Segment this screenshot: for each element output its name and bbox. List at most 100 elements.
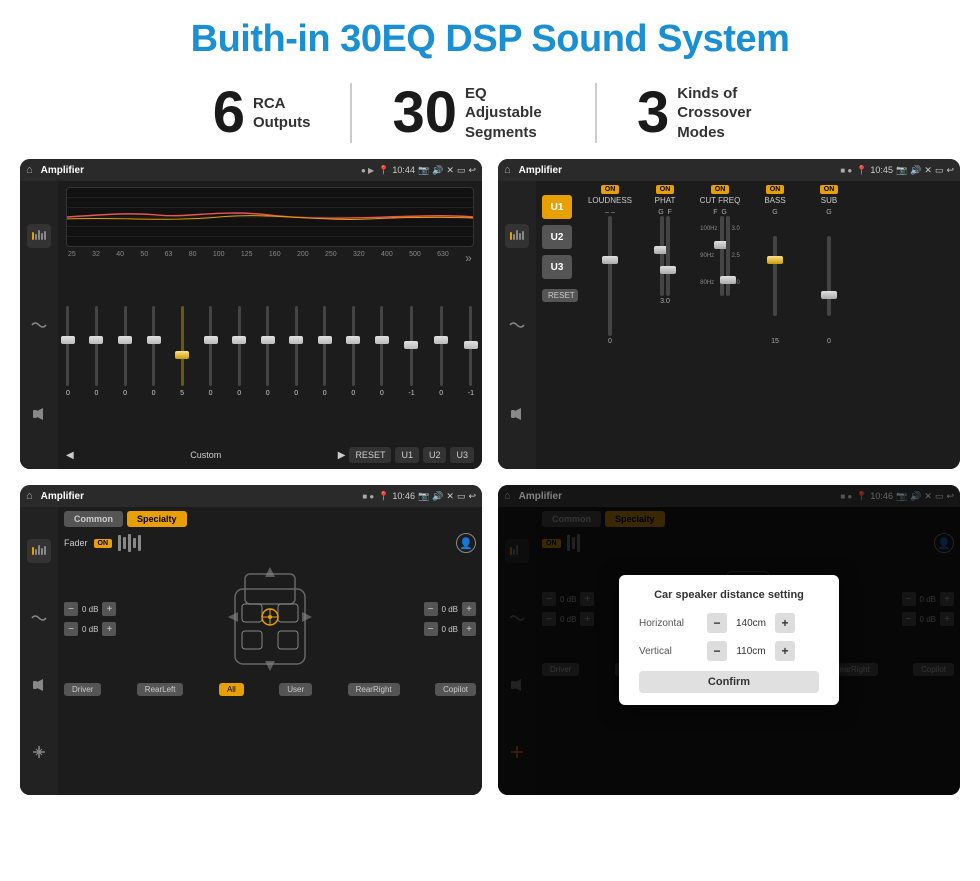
eq-slider-8[interactable]: 0 (266, 306, 270, 406)
fader-right-db-controls: − 0 dB + − 0 dB + (424, 559, 476, 679)
eq-u2-button[interactable]: U2 (423, 447, 447, 463)
eq-u1-button[interactable]: U1 (395, 447, 419, 463)
fader-left-top-plus[interactable]: + (102, 602, 116, 616)
crossover-sidebar-speaker-icon[interactable] (505, 402, 529, 426)
crossover-phat-values: 3.0 (660, 298, 670, 305)
crossover-u3-button[interactable]: U3 (542, 255, 572, 279)
crossover-bass-slider[interactable] (773, 236, 777, 316)
eq-prev-button[interactable]: ◀ (66, 450, 74, 461)
fader-sidebar-wave-icon[interactable] (27, 606, 51, 630)
crossover-cutfreq-slider-2[interactable] (726, 216, 730, 296)
dialog-vertical-stepper[interactable]: − 110cm + (707, 641, 795, 661)
eq-slider-4[interactable]: 0 (152, 306, 156, 406)
eq-sidebar-speaker-icon[interactable] (27, 402, 51, 426)
dialog-vertical-minus[interactable]: − (707, 641, 727, 661)
fader-back-icon: ↩ (468, 491, 476, 502)
crossover-close-icon: ✕ (924, 165, 932, 176)
eq-slider-11[interactable]: 0 (351, 306, 355, 406)
fader-right-bottom-plus[interactable]: + (462, 622, 476, 636)
fader-left-top-minus[interactable]: − (64, 602, 78, 616)
fader-close-icon: ✕ (446, 491, 454, 502)
dialog-vertical-label: Vertical (639, 646, 699, 657)
eq-next-button[interactable]: ▶ (338, 450, 346, 461)
eq-slider-5[interactable]: 5 (180, 306, 184, 406)
eq-slider-14[interactable]: 0 (439, 306, 443, 406)
fader-slider-bars[interactable] (118, 534, 141, 552)
eq-slider-13[interactable]: -1 (408, 306, 414, 406)
eq-slider-1[interactable]: 0 (66, 306, 70, 406)
back-icon: ↩ (468, 165, 476, 176)
crossover-home-icon: ⌂ (504, 164, 511, 176)
eq-slider-7[interactable]: 0 (237, 306, 241, 406)
crossover-loudness-g-f: – – (605, 209, 615, 216)
crossover-phat-slider-1[interactable] (660, 216, 664, 296)
fader-sidebar-speaker-icon[interactable] (27, 673, 51, 697)
eq-status-icons: 📍 10:44 📷 🔊 ✕ ▭ ↩ (378, 165, 476, 176)
crossover-sidebar-eq-icon[interactable] (505, 224, 529, 248)
crossover-sidebar-wave-icon[interactable] (505, 313, 529, 337)
eq-sidebar-wave-icon[interactable] (27, 313, 51, 337)
crossover-u2-button[interactable]: U2 (542, 225, 572, 249)
volume-icon: 🔊 (432, 165, 443, 176)
dialog-horizontal-plus[interactable]: + (775, 613, 795, 633)
fader-right-top-minus[interactable]: − (424, 602, 438, 616)
dialog-vertical-value: 110cm (731, 646, 771, 657)
fader-copilot-button[interactable]: Copilot (435, 683, 476, 696)
eq-slider-3[interactable]: 0 (123, 306, 127, 406)
fader-main-content: Common Specialty Fader ON 👤 (58, 507, 482, 795)
eq-freq-labels: 25 32 40 50 63 80 100 125 160 200 250 32… (66, 251, 474, 265)
fader-sidebar-eq-icon[interactable] (27, 539, 51, 563)
crossover-location-icon: 📍 (856, 165, 867, 176)
eq-preset-label: Custom (78, 450, 334, 460)
fader-car-diagram (122, 559, 417, 679)
eq-sidebar-eq-icon[interactable] (27, 224, 51, 248)
fader-specialty-tab[interactable]: Specialty (127, 511, 187, 527)
fader-right-bottom-minus[interactable]: − (424, 622, 438, 636)
crossover-channels: ON LOUDNESS – – 0 ON PHAT (584, 185, 954, 465)
fader-right-top-plus[interactable]: + (462, 602, 476, 616)
fader-driver-button[interactable]: Driver (64, 683, 101, 696)
dialog-vertical-plus[interactable]: + (775, 641, 795, 661)
eq-slider-9[interactable]: 0 (294, 306, 298, 406)
fader-user-button[interactable]: User (279, 683, 312, 696)
eq-slider-15[interactable]: -1 (468, 306, 474, 406)
eq-slider-2[interactable]: 0 (95, 306, 99, 406)
fader-volume-icon: 🔊 (432, 491, 443, 502)
eq-slider-6[interactable]: 0 (209, 306, 213, 406)
crossover-sub-slider[interactable] (827, 236, 831, 316)
eq-reset-button[interactable]: RESET (349, 447, 391, 463)
fader-app-name: Amplifier (41, 491, 359, 502)
crossover-phat-slider-2[interactable] (666, 216, 670, 296)
stat-eq: 30 EQ Adjustable Segments (352, 84, 595, 143)
fader-left-top-db: − 0 dB + (64, 602, 116, 616)
crossover-screen-body: U1 U2 U3 RESET ON LOUDNESS – – (498, 181, 960, 469)
dialog-horizontal-minus[interactable]: − (707, 613, 727, 633)
dialog-confirm-button[interactable]: Confirm (639, 671, 819, 693)
eq-slider-10[interactable]: 0 (323, 306, 327, 406)
home-icon: ⌂ (26, 164, 33, 176)
fader-common-tab[interactable]: Common (64, 511, 123, 527)
crossover-bass-on: ON (766, 185, 785, 194)
fader-left-bottom-minus[interactable]: − (64, 622, 78, 636)
eq-graph (66, 187, 474, 247)
crossover-phat-col: ON PHAT G F (640, 185, 690, 345)
crossover-phat-sliders (660, 216, 670, 296)
crossover-reset-button[interactable]: RESET (542, 289, 578, 302)
fader-left-bottom-db: − 0 dB + (64, 622, 116, 636)
fader-all-button[interactable]: All (219, 683, 244, 696)
crossover-cutfreq-label: CUT FREQ (700, 196, 741, 205)
dialog-horizontal-stepper[interactable]: − 140cm + (707, 613, 795, 633)
fader-sidebar-arrows-icon[interactable] (27, 740, 51, 764)
fader-rearleft-button[interactable]: RearLeft (137, 683, 184, 696)
eq-dots: ● ▶ (361, 166, 374, 175)
crossover-u1-button[interactable]: U1 (542, 195, 572, 219)
location-icon: 📍 (378, 165, 389, 176)
crossover-camera-icon: 📷 (896, 165, 907, 176)
crossover-cutfreq-slider-1[interactable] (720, 216, 724, 296)
eq-u3-button[interactable]: U3 (450, 447, 474, 463)
crossover-loudness-slider[interactable] (608, 216, 612, 336)
fader-left-bottom-plus[interactable]: + (102, 622, 116, 636)
stat-eq-number: 30 (392, 84, 457, 142)
fader-rearright-button[interactable]: RearRight (348, 683, 400, 696)
eq-slider-12[interactable]: 0 (380, 306, 384, 406)
